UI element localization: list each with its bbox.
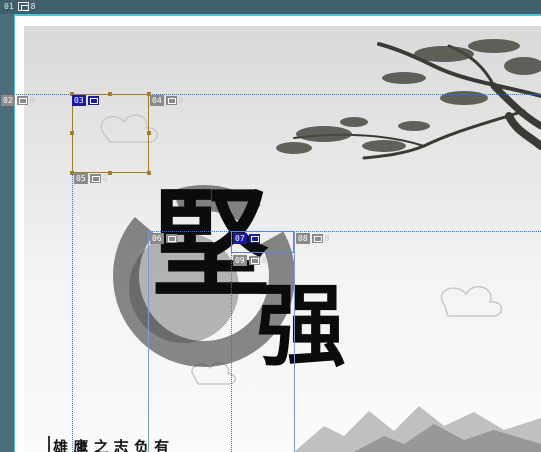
frame-tag-count: 8: [102, 174, 108, 183]
frame-tag-count: 8: [30, 2, 36, 11]
frame-tag-number: 02: [1, 95, 15, 106]
bottom-vertical-text: 雄 鹰 之 志 负 有: [48, 436, 169, 452]
resize-handle[interactable]: [108, 92, 112, 96]
image-icon: [16, 96, 28, 105]
frame-tag-03[interactable]: 03: [72, 95, 99, 106]
editor-canvas: 01 8 堅 强 雄 鹰 之 志 负 有 02 8 03 04 8 05 8 0…: [0, 0, 541, 452]
image-icon: [311, 234, 323, 243]
frame-tag-08[interactable]: 08 8: [296, 233, 329, 244]
frame-tag-04[interactable]: 04 8: [150, 95, 183, 106]
title-char-qiang: 强: [256, 273, 346, 379]
guide-line-vertical: [231, 231, 232, 452]
frame-tag-count: 8: [178, 96, 184, 105]
frame-tag-number: 01: [4, 2, 14, 11]
left-ruler: [0, 14, 14, 452]
frame-tag-number: 04: [150, 95, 164, 106]
frame-tag-number: 03: [72, 95, 86, 106]
image-icon: [17, 2, 29, 11]
top-ruler: [0, 0, 541, 14]
frame-tag-count: 8: [29, 96, 35, 105]
frame-tag-01[interactable]: 01 8: [2, 1, 35, 12]
frame-tag-06[interactable]: 06 8: [150, 233, 183, 244]
image-icon: [165, 234, 177, 243]
frame-tag-number: 09: [233, 255, 247, 266]
frame-tag-count: 8: [324, 234, 330, 243]
frame-tag-number: 08: [296, 233, 310, 244]
resize-handle[interactable]: [108, 171, 112, 175]
frame-tag-number: 07: [233, 233, 247, 244]
image-icon: [87, 96, 99, 105]
guide-line-vertical: [148, 231, 149, 452]
guide-line-vertical: [294, 231, 295, 452]
image-icon: [89, 174, 101, 183]
resize-handle[interactable]: [147, 171, 151, 175]
frame-tag-number: 06: [150, 233, 164, 244]
frame-tag-count: 8: [178, 234, 184, 243]
frame-tag-count: 8: [261, 256, 267, 265]
guide-line-horizontal: [148, 231, 541, 232]
resize-handle[interactable]: [147, 131, 151, 135]
frame-tag-09[interactable]: 09 8: [233, 255, 266, 266]
frame-tag-02[interactable]: 02 8: [1, 95, 34, 106]
image-icon: [248, 234, 260, 243]
resize-handle[interactable]: [70, 131, 74, 135]
image-icon: [248, 256, 260, 265]
frame-tag-07[interactable]: 07: [233, 233, 260, 244]
frame-tag-number: 05: [74, 173, 88, 184]
image-icon: [165, 96, 177, 105]
frame-tag-05[interactable]: 05 8: [74, 173, 107, 184]
